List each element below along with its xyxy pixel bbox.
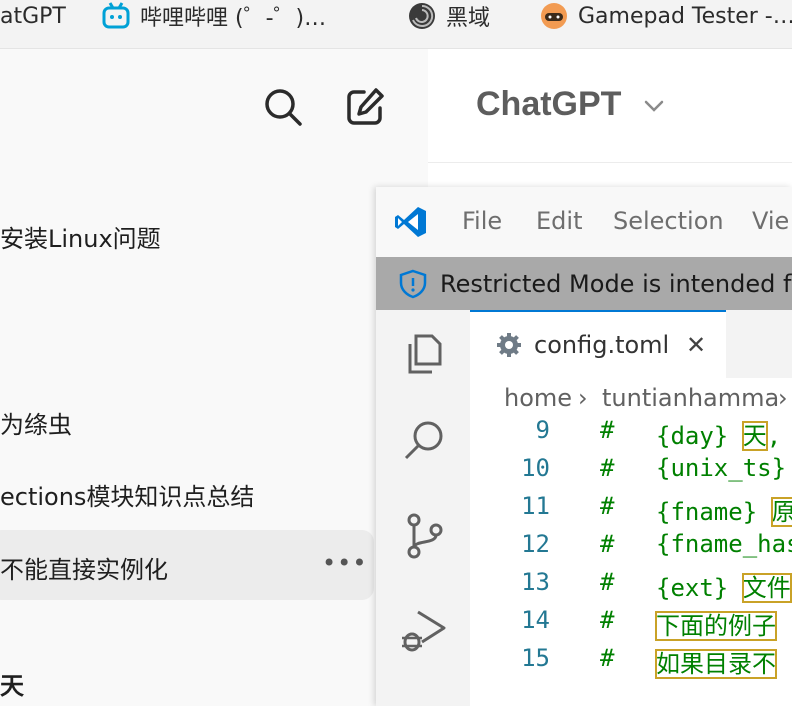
search-icon[interactable]	[262, 86, 304, 128]
line-number: 13	[521, 568, 550, 596]
line-number: 11	[521, 492, 550, 520]
bookmark-blackdomain[interactable]: 黑域	[408, 0, 490, 32]
history-item-label: 为绦虫	[0, 411, 72, 439]
shield-icon	[399, 269, 427, 299]
history-item[interactable]: 安装Linux问题	[0, 219, 161, 254]
line-number: 9	[535, 416, 550, 444]
code-segment: ,	[766, 422, 782, 450]
history-item-label: ections模块知识点总结	[0, 483, 255, 511]
code-text: 下面的例子	[655, 606, 777, 641]
code-text: {fname_has	[656, 530, 792, 558]
history-item[interactable]: 不能直接实例化	[0, 550, 168, 585]
restricted-mode-text: Restricted Mode is intended for s	[440, 270, 792, 298]
history-item[interactable]: 为绦虫	[0, 405, 72, 440]
vscode-logo-icon	[395, 207, 426, 237]
vscode-titlebar: File Edit Selection Vie	[376, 187, 792, 257]
restricted-mode-banner[interactable]: Restricted Mode is intended for s	[376, 257, 792, 310]
code-text: {ext} 文件	[656, 568, 792, 603]
code-segment: {day}	[656, 422, 743, 450]
bilibili-icon	[102, 2, 130, 29]
code-line: 9 # {day} 天,	[470, 416, 792, 454]
tab-label: config.toml	[534, 331, 670, 359]
history-section-heading: 天	[0, 672, 24, 700]
chevron-down-icon	[644, 100, 664, 112]
code-text: {fname} 原	[656, 492, 792, 527]
code-line: 15 # 如果目录不	[470, 644, 792, 682]
line-number: 10	[521, 454, 550, 482]
bookmark-label: Gamepad Tester -…	[578, 3, 792, 29]
highlighted-text: 原	[770, 497, 792, 527]
history-item-label: 不能直接实例化	[0, 556, 168, 584]
code-text: 如果目录不	[655, 644, 777, 679]
line-number: 12	[521, 530, 550, 558]
blackdomain-icon	[409, 3, 435, 29]
editor-tabs: config.toml ✕	[470, 310, 792, 378]
history-item-label: 安装Linux问题	[0, 225, 161, 253]
bookmark-label: atGPT	[0, 3, 66, 29]
code-segment: {fname_has	[656, 530, 792, 558]
bookmark-label: 黑域	[446, 6, 491, 31]
code-line: 10 # {unix_ts}	[470, 454, 792, 492]
history-item[interactable]: ections模块知识点总结	[0, 477, 254, 512]
code-line: 12 # {fname_has	[470, 530, 792, 568]
vscode-window: File Edit Selection Vie Restricted Mode …	[376, 187, 792, 706]
menu-file[interactable]: File	[462, 207, 502, 235]
activity-bar	[376, 310, 470, 706]
chat-sidebar: 安装Linux问题 为绦虫 ections模块知识点总结 不能直接实例化 •••…	[0, 49, 428, 706]
comment-marker: #	[600, 530, 615, 558]
explorer-icon[interactable]	[400, 330, 448, 378]
line-number: 15	[521, 644, 550, 672]
highlighted-text: 如果目录不	[655, 649, 777, 679]
comment-marker: #	[600, 492, 615, 520]
gamepad-tester-icon	[541, 3, 567, 29]
comment-marker: #	[600, 454, 615, 482]
code-line: 11 # {fname} 原	[470, 492, 792, 530]
breadcrumb-item[interactable]: tuntianhamma	[602, 384, 779, 412]
bookmark-gamepad-tester[interactable]: Gamepad Tester -…	[540, 0, 792, 32]
comment-marker: #	[600, 568, 615, 596]
code-line: 14 # 下面的例子	[470, 606, 792, 644]
gear-icon	[497, 333, 521, 357]
code-text: {day} 天,	[656, 416, 781, 451]
source-control-icon[interactable]	[400, 512, 448, 560]
line-number: 14	[521, 606, 550, 634]
code-segment: {unix_ts}	[656, 454, 787, 482]
code-segment: {fname}	[656, 498, 772, 526]
bookmarks-bar: atGPT 哔哩哔哩 (゜-゜)… 黑域 Gamepad Tester -…	[0, 0, 792, 49]
comment-marker: #	[600, 416, 615, 444]
more-options-button[interactable]: •••	[322, 549, 366, 579]
run-debug-icon[interactable]	[400, 606, 448, 654]
chat-header: ChatGPT	[428, 49, 792, 163]
comment-marker: #	[600, 644, 615, 672]
menu-view[interactable]: Vie	[752, 207, 789, 235]
close-icon[interactable]: ✕	[686, 331, 706, 359]
highlighted-text: 文件	[741, 573, 792, 603]
breadcrumb-separator: ›	[778, 384, 788, 412]
breadcrumb-item[interactable]: home	[504, 384, 572, 412]
highlighted-text: 天	[741, 421, 768, 451]
bookmark-label: 哔哩哔哩 (゜-゜)…	[140, 6, 327, 31]
comment-marker: #	[600, 606, 615, 634]
tab-config-toml[interactable]: config.toml ✕	[470, 310, 726, 378]
model-title: ChatGPT	[476, 85, 622, 123]
menu-edit[interactable]: Edit	[536, 207, 582, 235]
bookmark-bilibili[interactable]: 哔哩哔哩 (゜-゜)…	[102, 0, 326, 32]
breadcrumb-separator: ›	[578, 384, 588, 412]
code-line: 13 # {ext} 文件	[470, 568, 792, 606]
menu-selection[interactable]: Selection	[613, 207, 724, 235]
model-selector[interactable]: ChatGPT	[476, 85, 667, 124]
code-editor[interactable]: 9 # {day} 天, 10 # {unix_ts} 11 # {fname} 原 12 # {fn…	[470, 416, 792, 706]
code-text: {unix_ts}	[656, 454, 786, 482]
bookmark-chatgpt[interactable]: atGPT	[0, 0, 66, 32]
code-segment: {ext}	[656, 574, 743, 602]
highlighted-text: 下面的例子	[655, 611, 777, 641]
search-icon[interactable]	[400, 416, 448, 464]
new-chat-icon[interactable]	[344, 86, 386, 128]
